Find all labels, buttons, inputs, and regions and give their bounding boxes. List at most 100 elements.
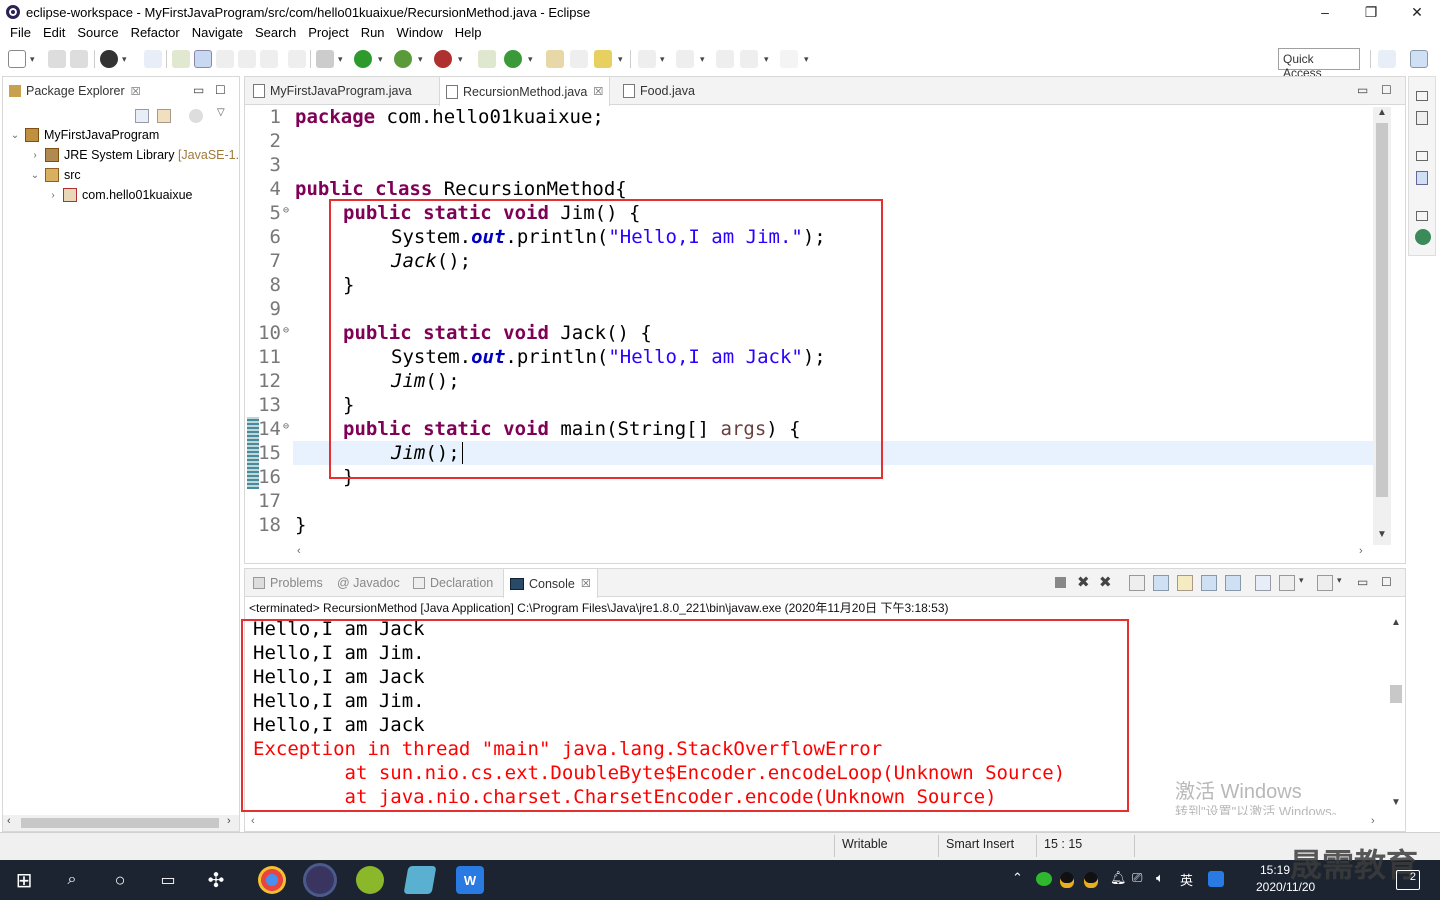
chevron-down-icon[interactable]: ▾ <box>378 54 383 65</box>
back-icon[interactable] <box>740 50 758 68</box>
pin-editor-icon[interactable] <box>288 50 306 68</box>
fold-icon[interactable]: ⊖ <box>283 421 289 432</box>
outline-icon[interactable] <box>1416 111 1428 125</box>
menu-search[interactable]: Search <box>249 25 302 40</box>
open-folder-icon[interactable] <box>546 50 564 68</box>
wps-writer-icon[interactable]: W <box>456 866 484 894</box>
coverage-icon[interactable] <box>394 50 412 68</box>
forward-icon[interactable] <box>780 50 798 68</box>
notepad-app-icon[interactable] <box>403 866 437 894</box>
qq-icon[interactable] <box>1060 872 1074 888</box>
horizontal-scrollbar[interactable]: ‹ › <box>293 545 1373 561</box>
scroll-down-icon[interactable]: ▼ <box>1391 797 1401 808</box>
minimize-icon[interactable]: ▭ <box>1357 575 1368 589</box>
chevron-down-icon[interactable]: ▾ <box>1337 575 1342 586</box>
chevron-down-icon[interactable]: ▾ <box>338 54 343 65</box>
cortana-icon[interactable]: ○ <box>106 866 134 894</box>
minimize-icon[interactable]: ▭ <box>1357 83 1368 97</box>
maximize-button[interactable]: ❐ <box>1348 0 1394 24</box>
new-icon[interactable] <box>8 50 26 68</box>
maximize-icon[interactable]: ☐ <box>1381 83 1392 97</box>
tray-overflow-icon[interactable]: ⌃ <box>1012 870 1023 886</box>
new-java-project-icon[interactable] <box>478 50 496 68</box>
menu-edit[interactable]: Edit <box>37 25 71 40</box>
expand-icon[interactable]: › <box>29 150 41 161</box>
pin-console-icon[interactable] <box>1255 575 1271 591</box>
tab-problems[interactable]: Problems <box>247 569 329 597</box>
tree-item-package[interactable]: › com.hello01kuaixue <box>47 185 193 205</box>
menu-file[interactable]: File <box>4 25 37 40</box>
task-view-icon[interactable]: ▭ <box>154 866 182 894</box>
chevron-down-icon[interactable]: ▾ <box>1299 575 1304 586</box>
menu-project[interactable]: Project <box>302 25 354 40</box>
remove-launch-icon[interactable]: ✖ <box>1077 573 1090 591</box>
scroll-right-icon[interactable]: › <box>227 815 231 827</box>
notification-bell-icon[interactable]: 🔔︎ <box>1110 870 1127 886</box>
scroll-right-icon[interactable]: › <box>1371 815 1375 827</box>
prev-annotation-icon[interactable] <box>676 50 694 68</box>
vertical-scrollbar[interactable]: ▲ ▼ <box>1373 107 1391 545</box>
network-icon[interactable]: ⎚ <box>1132 870 1142 886</box>
terminate-icon[interactable] <box>1055 577 1066 588</box>
external-tools-icon[interactable] <box>434 50 452 68</box>
scroll-left-icon[interactable]: ‹ <box>7 815 11 827</box>
expand-icon[interactable]: › <box>47 190 59 201</box>
close-button[interactable]: ✕ <box>1394 0 1440 24</box>
fold-icon[interactable]: ⊖ <box>283 205 289 216</box>
fold-icon[interactable]: ⊖ <box>283 325 289 336</box>
tab-javadoc[interactable]: @ Javadoc <box>331 569 406 597</box>
tab-declaration[interactable]: Declaration <box>407 569 499 597</box>
whitespace-icon[interactable] <box>260 50 278 68</box>
maximize-icon[interactable]: ☐ <box>215 83 226 97</box>
mark-occurrences-icon[interactable] <box>194 50 212 68</box>
clear-console-icon[interactable] <box>1129 575 1145 591</box>
chevron-down-icon[interactable]: ▾ <box>418 54 423 65</box>
search-icon[interactable] <box>570 50 588 68</box>
tree-item-src[interactable]: ⌄ src <box>29 165 81 185</box>
restore-icon[interactable] <box>1416 211 1428 221</box>
new-class-icon[interactable] <box>504 50 522 68</box>
word-wrap-icon[interactable] <box>1177 575 1193 591</box>
pinwheel-app-icon[interactable]: ✣ <box>202 866 230 894</box>
open-perspective-icon[interactable] <box>1378 50 1396 68</box>
qq-icon[interactable] <box>1084 872 1098 888</box>
task-list-icon[interactable] <box>1416 171 1428 185</box>
tab-food[interactable]: Food.java <box>617 77 701 105</box>
last-edit-icon[interactable] <box>716 50 734 68</box>
chevron-down-icon[interactable]: ▾ <box>700 54 705 65</box>
show-on-stdout-icon[interactable] <box>1201 575 1217 591</box>
java-perspective-icon[interactable] <box>1410 50 1428 68</box>
wechat-icon[interactable] <box>1036 872 1052 886</box>
link-editor-icon[interactable] <box>157 109 171 123</box>
ime-indicator[interactable]: 英 <box>1180 870 1193 889</box>
expand-icon[interactable]: ⌄ <box>9 130 21 141</box>
close-icon[interactable]: ☒ <box>131 85 141 98</box>
expand-icon[interactable]: ⌄ <box>29 170 41 181</box>
restore-icon[interactable] <box>1416 151 1428 161</box>
remove-all-icon[interactable]: ✖ <box>1099 573 1112 591</box>
save-icon[interactable] <box>48 50 66 68</box>
scroll-thumb[interactable] <box>21 818 219 828</box>
scroll-right-icon[interactable]: › <box>1359 545 1363 557</box>
view-menu-icon[interactable] <box>189 109 203 123</box>
windows-start-icon[interactable]: ⊞ <box>10 866 38 894</box>
restore-icon[interactable] <box>1416 91 1428 101</box>
volume-icon[interactable]: 🔈︎ <box>1156 870 1164 886</box>
open-console-icon[interactable] <box>1317 575 1333 591</box>
menu-window[interactable]: Window <box>391 25 449 40</box>
chevron-down-icon[interactable]: ▾ <box>122 54 127 65</box>
menu-navigate[interactable]: Navigate <box>186 25 249 40</box>
quick-access-input[interactable]: Quick Access <box>1278 48 1360 80</box>
close-icon[interactable]: ☒ <box>593 85 603 98</box>
scroll-left-icon[interactable]: ‹ <box>251 815 255 827</box>
scroll-thumb[interactable] <box>1376 123 1388 497</box>
tree-item-jre[interactable]: › JRE System Library [JavaSE-1. <box>29 145 239 165</box>
melon-app-icon[interactable] <box>356 866 384 894</box>
tree-item-project[interactable]: ⌄ MyFirstJavaProgram <box>9 125 159 145</box>
run-icon[interactable] <box>354 50 372 68</box>
chevron-down-icon[interactable]: ▾ <box>660 54 665 65</box>
chevron-down-icon[interactable]: ▾ <box>458 54 463 65</box>
skip-breakpoints-icon[interactable] <box>144 50 162 68</box>
connect-mylyn-icon[interactable] <box>1415 229 1431 245</box>
show-on-stderr-icon[interactable] <box>1225 575 1241 591</box>
